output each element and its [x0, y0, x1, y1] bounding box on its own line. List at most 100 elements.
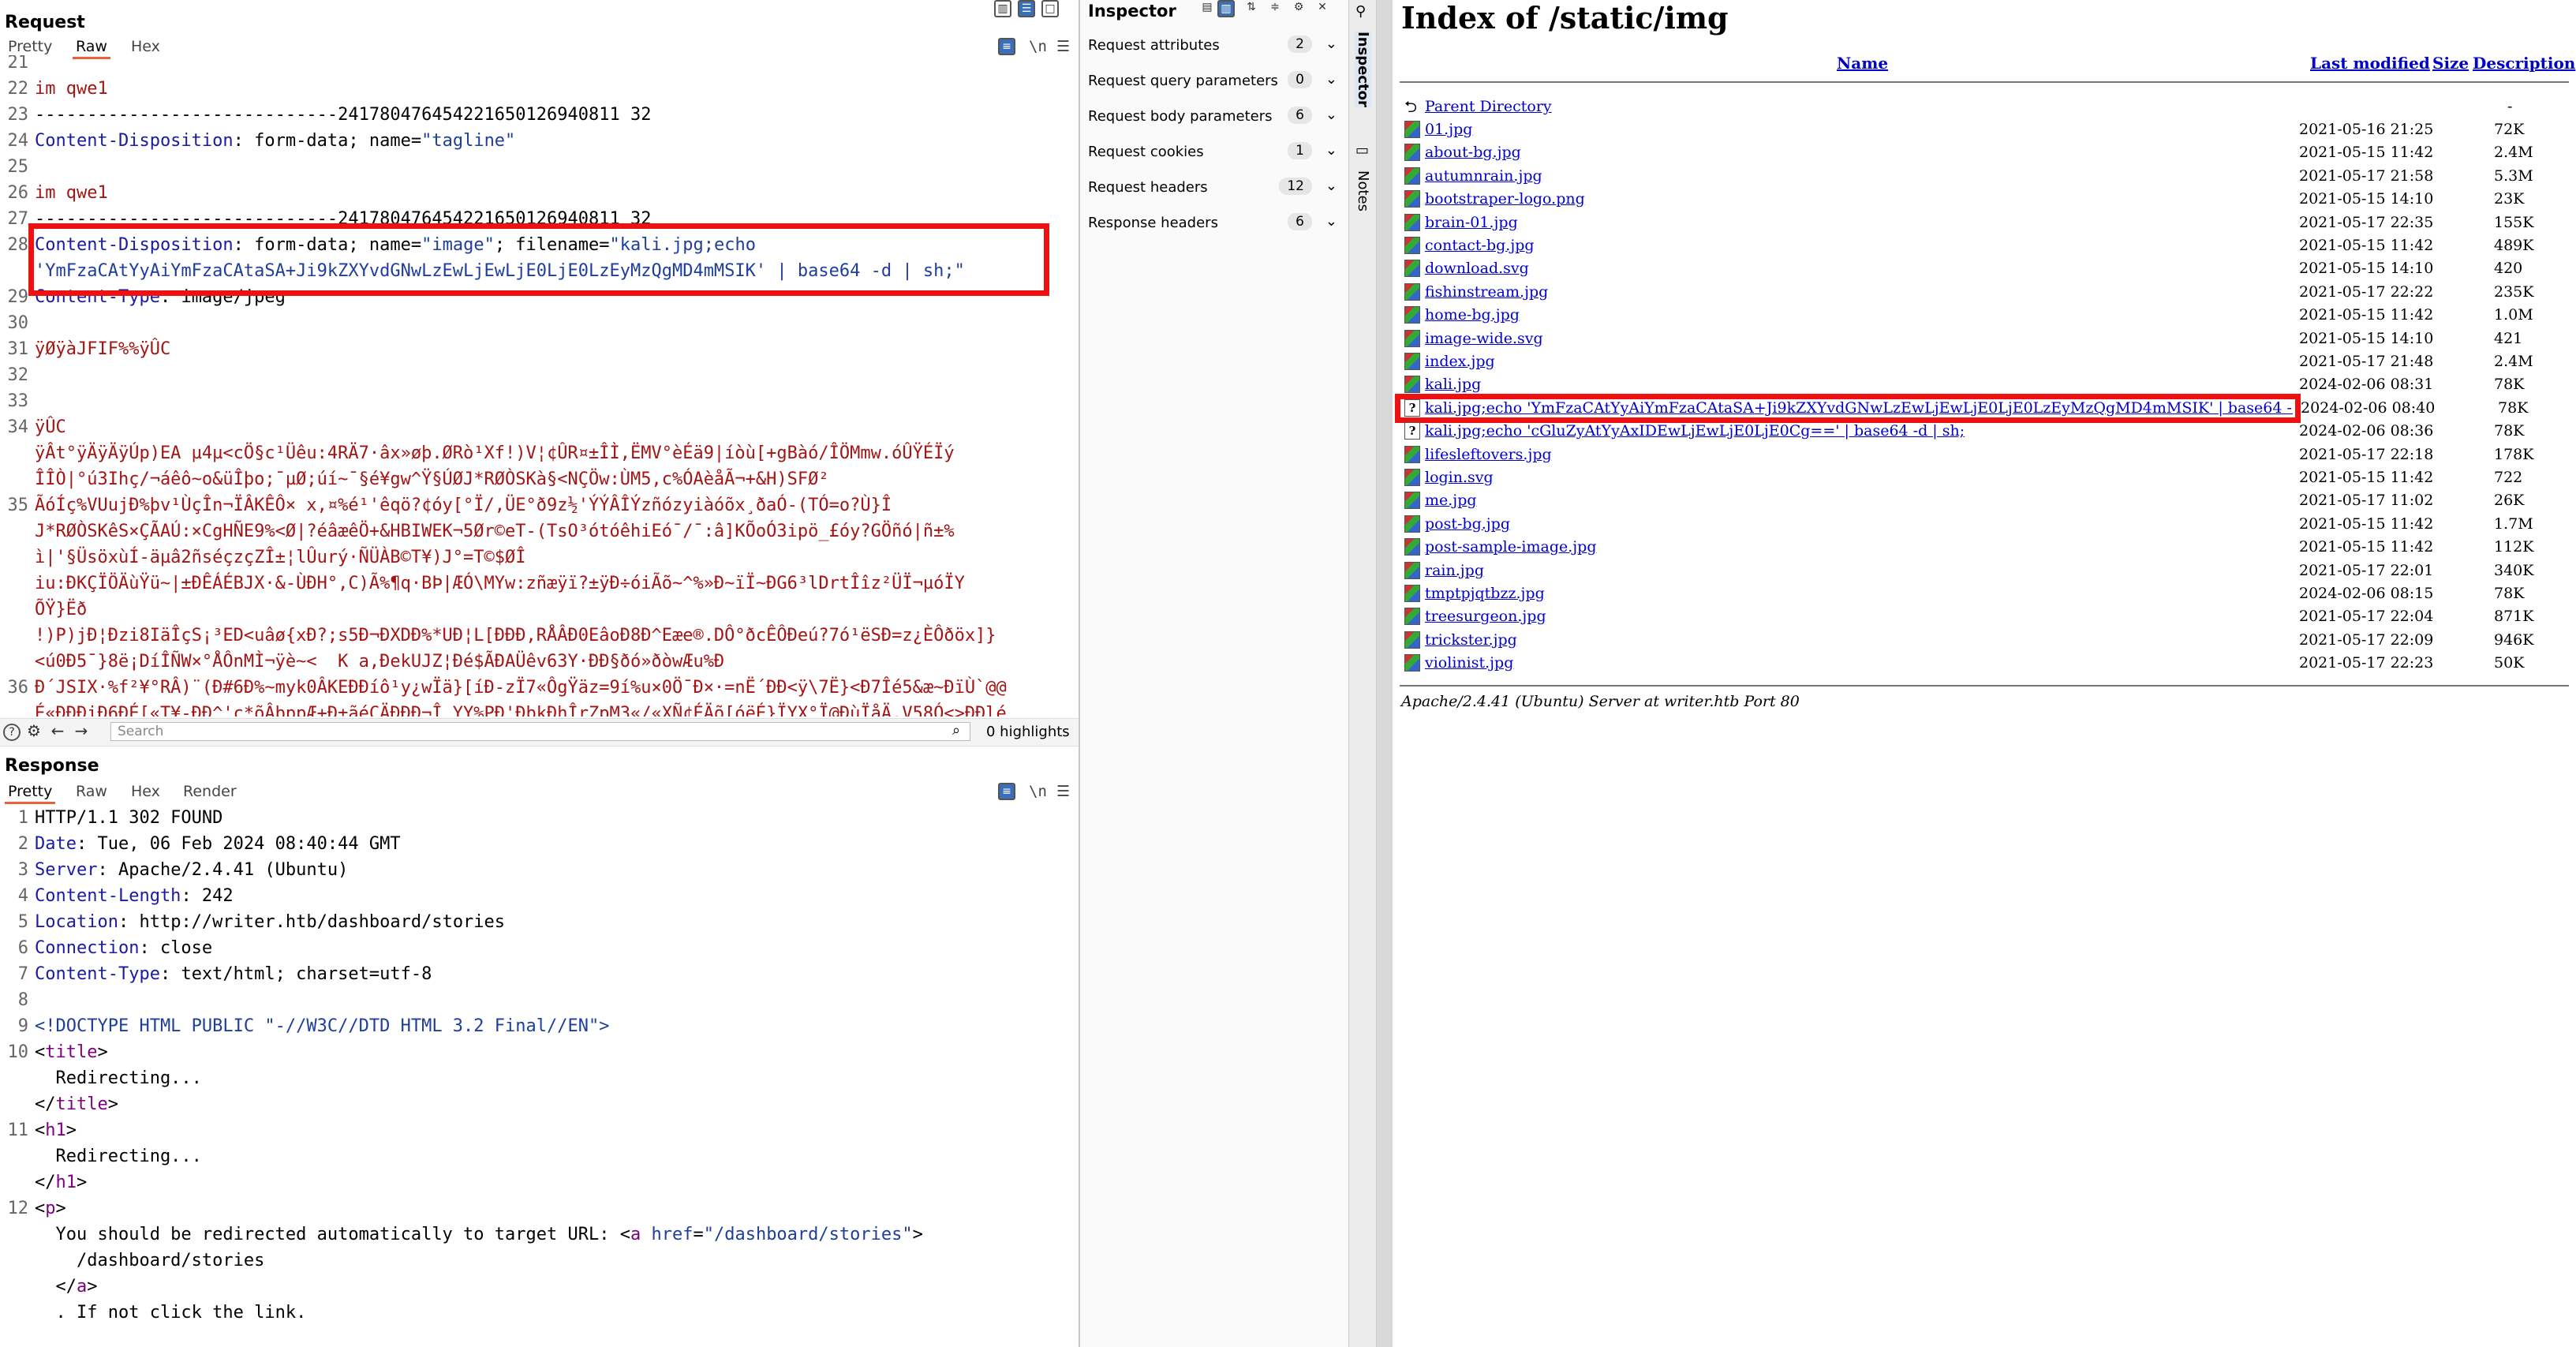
file-link[interactable]: post-bg.jpg: [1425, 515, 1510, 533]
line-number: 2: [17, 834, 28, 854]
file-link[interactable]: bootstraper-logo.png: [1425, 190, 1585, 208]
file-size: 78K: [2494, 422, 2525, 440]
line-number: 22: [7, 79, 29, 99]
file-link[interactable]: violinist.jpg: [1425, 654, 1513, 672]
inspector-section[interactable]: Request query parameters 0 ⌄: [1080, 64, 1348, 97]
menu-icon[interactable]: ☰: [1053, 36, 1073, 57]
file-link[interactable]: me.jpg: [1425, 492, 1477, 509]
settings-gear-icon[interactable]: ⚙: [1290, 0, 1307, 17]
pin-icon[interactable]: ⚲: [1355, 3, 1366, 20]
file-link[interactable]: index.jpg: [1425, 353, 1495, 370]
inspector-section[interactable]: Response headers 6 ⌄: [1080, 206, 1348, 239]
chevron-down-icon[interactable]: ⌄: [1325, 142, 1337, 159]
line-number: 33: [7, 391, 29, 411]
code-token: : Apache/2.4.41 (Ubuntu): [97, 860, 349, 880]
inspector-section[interactable]: Request attributes 2 ⌄: [1080, 28, 1348, 62]
settings-gear-icon[interactable]: ⚙: [25, 723, 43, 741]
newline-toggle[interactable]: \n: [1026, 36, 1050, 57]
file-link[interactable]: trickster.jpg: [1425, 631, 1517, 649]
file-size: 946K: [2494, 630, 2534, 649]
chevron-down-icon[interactable]: ⌄: [1325, 178, 1337, 194]
side-tab-inspector[interactable]: Inspector: [1355, 32, 1371, 107]
tab-hex[interactable]: Hex: [128, 36, 163, 57]
file-link[interactable]: fishinstream.jpg: [1425, 283, 1548, 301]
help-icon[interactable]: ?: [3, 724, 21, 741]
panel-divider[interactable]: [1377, 0, 1393, 1347]
forward-arrow-icon[interactable]: →: [73, 723, 90, 741]
message-actions-icon[interactable]: ≡: [998, 38, 1015, 55]
line-number: 4: [17, 886, 28, 906]
file-link[interactable]: lifesleftovers.jpg: [1425, 446, 1552, 463]
file-date: 2024-02-06 08:40: [2301, 398, 2436, 417]
search-input[interactable]: Search: [110, 722, 970, 741]
code-token: Location: [35, 912, 118, 932]
code-token: Connection: [35, 938, 140, 958]
view-list-icon[interactable]: ▤: [1198, 0, 1216, 17]
tab-pretty[interactable]: Pretty: [5, 781, 56, 804]
layout-single-icon[interactable]: □: [1041, 0, 1059, 17]
code-line: 21: [0, 55, 35, 76]
file-size: 340K: [2494, 561, 2534, 579]
file-link[interactable]: image-wide.svg: [1425, 330, 1543, 347]
column-header-size[interactable]: Size: [2432, 54, 2469, 73]
sort-icon[interactable]: ⇅: [1243, 0, 1260, 17]
file-size: 489K: [2494, 237, 2534, 254]
column-header-description[interactable]: Description: [2473, 54, 2575, 73]
code-token: ÿÂt°ÿÄÿÄÿÚp)EA µ4µ<cÖ§c¹Üêu:4RÄ7·âx»øþ.Ø…: [35, 443, 955, 463]
response-editor[interactable]: 1 HTTP/1.1 302 FOUND 2 Date: Tue, 06 Feb 20…: [0, 805, 1071, 1347]
file-link[interactable]: rain.jpg: [1425, 562, 1484, 579]
close-icon[interactable]: ✕: [1314, 0, 1331, 17]
collapse-icon[interactable]: ≑: [1266, 0, 1284, 17]
file-link[interactable]: treesurgeon.jpg: [1425, 608, 1546, 625]
code-line: Redirecting...: [0, 1143, 201, 1169]
code-line: 36 Ð´JSIX·%f²¥°RÂ)¨(Ð#6Ð%~myk0ÂKEÐÐíô¹y¿w…: [0, 675, 1007, 701]
tab-raw[interactable]: Raw: [73, 781, 110, 802]
file-link[interactable]: home-bg.jpg: [1425, 306, 1520, 324]
chevron-down-icon[interactable]: ⌄: [1325, 71, 1337, 88]
back-arrow-icon[interactable]: ←: [49, 723, 66, 741]
column-header-last-modified[interactable]: Last modified: [2310, 54, 2430, 73]
column-header-name[interactable]: Name: [1837, 54, 1888, 73]
file-size: 420: [2494, 260, 2523, 278]
file-date: 2021-05-15 14:10: [2299, 260, 2434, 278]
message-actions-icon[interactable]: ≡: [998, 783, 1015, 800]
code-token: href: [651, 1225, 694, 1244]
tab-hex[interactable]: Hex: [128, 781, 163, 802]
file-link[interactable]: post-sample-image.jpg: [1425, 538, 1597, 556]
side-tab-notes[interactable]: Notes: [1355, 170, 1371, 211]
file-link[interactable]: brain-01.jpg: [1425, 214, 1518, 231]
chevron-down-icon[interactable]: ⌄: [1325, 36, 1337, 52]
file-link[interactable]: kali.jpg;echo 'YmFzaCAtYyAiYmFzaCAtaSA+J…: [1425, 399, 2293, 417]
count-badge: 0: [1288, 71, 1312, 88]
file-link[interactable]: kali.jpg;echo 'cGluZyAtYyAxIDEwLjEwLjE0L…: [1425, 422, 1965, 440]
code-token: <: [35, 1121, 46, 1140]
layout-stack-icon[interactable]: ☰: [1018, 0, 1035, 17]
chevron-down-icon[interactable]: ⌄: [1325, 107, 1337, 123]
file-row: download.svg 2021-05-15 14:10 420: [1393, 257, 2569, 280]
inspector-section[interactable]: Request headers 12 ⌄: [1080, 170, 1348, 204]
file-link[interactable]: about-bg.jpg: [1425, 144, 1521, 161]
request-editor[interactable]: 21 22 im qwe1 23 ---------------------------…: [0, 55, 1071, 717]
file-link[interactable]: contact-bg.jpg: [1425, 237, 1535, 254]
tab-pretty[interactable]: Pretty: [5, 36, 55, 57]
code-token: a: [630, 1225, 641, 1244]
view-split-icon[interactable]: ▥: [1217, 0, 1235, 17]
newline-toggle[interactable]: \n: [1026, 781, 1050, 802]
code-line: 8: [0, 987, 35, 1013]
file-link[interactable]: tmptpjqtbzz.jpg: [1425, 585, 1545, 602]
file-link[interactable]: autumnrain.jpg: [1425, 167, 1542, 185]
file-link[interactable]: login.svg: [1425, 469, 1494, 486]
inspector-section[interactable]: Request cookies 1 ⌄: [1080, 135, 1348, 168]
inspector-section[interactable]: Request body parameters 6 ⌄: [1080, 99, 1348, 133]
layout-split-icon[interactable]: ▥: [994, 0, 1011, 17]
file-link[interactable]: kali.jpg: [1425, 376, 1481, 393]
file-row: trickster.jpg 2021-05-17 22:09 946K: [1393, 629, 2569, 652]
file-link[interactable]: 01.jpg: [1425, 121, 1472, 138]
chevron-down-icon[interactable]: ⌄: [1325, 213, 1337, 230]
tab-render[interactable]: Render: [180, 781, 240, 802]
file-row: contact-bg.jpg 2021-05-15 11:42 489K: [1393, 234, 2569, 257]
file-row: login.svg 2021-05-15 11:42 722: [1393, 466, 2569, 489]
file-link[interactable]: download.svg: [1425, 260, 1529, 277]
menu-icon[interactable]: ☰: [1053, 781, 1073, 802]
parent-directory-link[interactable]: Parent Directory: [1425, 98, 1552, 115]
